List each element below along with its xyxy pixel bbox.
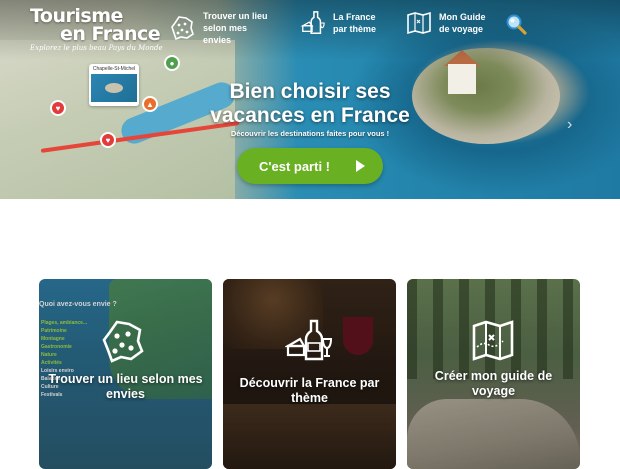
hero-title-line2: vacances en France: [210, 104, 410, 127]
card-title: Découvrir la France par thème: [239, 376, 380, 405]
carousel-next-icon[interactable]: ›: [567, 116, 572, 134]
hero-banner: ♥ ♥ ▲ ● Chapelle-St-Michel Tourisme en F…: [0, 0, 620, 199]
nav-label: Mon Guide de voyage: [439, 12, 486, 34]
map-card-thumbnail: [91, 74, 137, 102]
france-map-icon: [101, 319, 149, 363]
search-icon[interactable]: [504, 12, 528, 36]
france-map-icon: [170, 15, 196, 41]
start-button-label: C'est parti !: [259, 158, 330, 174]
map-location-card[interactable]: Chapelle-St-Michel: [89, 64, 139, 106]
card-find-place[interactable]: Quoi avez-vous envie ? Plages, ambiance.…: [39, 279, 212, 469]
nav-travel-guide[interactable]: Mon Guide de voyage: [406, 10, 489, 36]
card-travel-guide[interactable]: Créer mon guide de voyage: [407, 279, 580, 469]
folded-map-icon: [469, 319, 517, 363]
hero-title-line1: Bien choisir ses: [229, 80, 391, 103]
chapel: [448, 64, 476, 94]
folded-map-icon: [406, 10, 432, 36]
nav-find-place[interactable]: Trouver un lieu selon mes envies: [170, 10, 273, 46]
card-by-theme[interactable]: Découvrir la France par thème: [223, 279, 396, 469]
heart-pin-icon[interactable]: ♥: [100, 132, 116, 148]
play-arrow-icon: [356, 160, 365, 172]
card-title: Créer mon guide de voyage: [434, 369, 553, 398]
nav-by-theme[interactable]: La France par thème: [300, 10, 383, 36]
site-logo[interactable]: Tourisme en France Explorez le plus beau…: [30, 5, 163, 53]
feature-cards: Quoi avez-vous envie ? Plages, ambiance.…: [0, 279, 620, 469]
wine-cheese-icon: [283, 319, 333, 363]
logo-line2: en France: [60, 23, 161, 45]
nav-label: La France par thème: [333, 12, 377, 34]
map-card-label: Chapelle-St-Michel: [92, 66, 136, 72]
card-shade: [223, 279, 396, 469]
island-photo: [412, 48, 560, 144]
logo-tagline: Explorez le plus beau Pays du Monde: [30, 44, 163, 52]
nav-label: Trouver un lieu selon mes envies: [203, 11, 268, 45]
nature-pin-icon[interactable]: ●: [164, 55, 180, 71]
start-button[interactable]: C'est parti !: [237, 148, 383, 184]
heart-pin-icon[interactable]: ♥: [50, 100, 66, 116]
hero-subtitle: Découvrir les destinations faites pour v…: [230, 129, 390, 138]
wine-cheese-icon: [300, 10, 326, 36]
mountain-pin-icon[interactable]: ▲: [142, 96, 158, 112]
card-title: Trouver un lieu selon mes envies: [48, 372, 203, 401]
